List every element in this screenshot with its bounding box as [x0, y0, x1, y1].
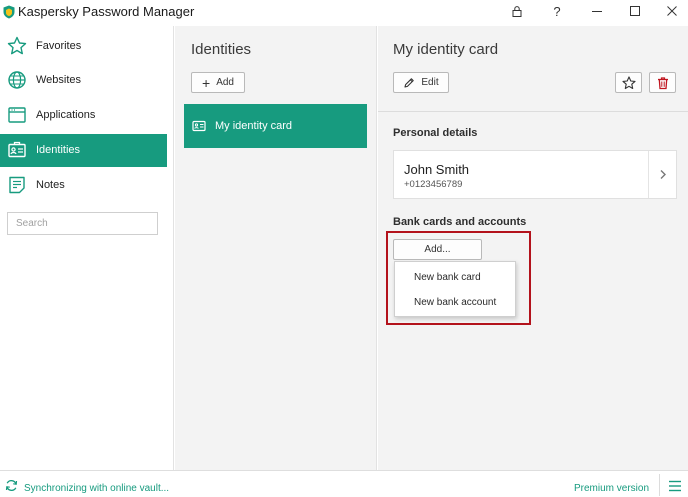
minimize-button[interactable]	[577, 0, 617, 22]
sidebar-item-label: Favorites	[36, 40, 82, 52]
sidebar: Favorites Websites Applications Identiti…	[0, 26, 174, 470]
maximize-button[interactable]	[615, 0, 655, 22]
list-item[interactable]: My identity card	[184, 104, 367, 148]
star-icon	[621, 75, 636, 89]
add-button-label: Add	[216, 77, 234, 88]
status-bar: Synchronizing with online vault... Premi…	[0, 470, 688, 497]
sync-icon	[5, 480, 18, 491]
pencil-icon	[404, 77, 415, 88]
add-bank-item-button[interactable]: Add...	[393, 239, 482, 260]
id-card-small-icon	[192, 119, 206, 133]
menu-item-new-bank-account[interactable]: New bank account	[414, 297, 496, 308]
chevron-right-icon	[660, 170, 666, 179]
person-phone: +0123456789	[404, 179, 463, 190]
personal-details-card[interactable]: John Smith +0123456789	[393, 150, 677, 199]
detail-header: My identity card Edit	[378, 26, 688, 112]
add-identity-button[interactable]: + Add	[191, 72, 245, 93]
identities-list-panel: Identities + Add My identity card	[175, 26, 377, 470]
bank-cards-heading: Bank cards and accounts	[393, 216, 527, 228]
application-window-icon	[7, 105, 27, 125]
sidebar-item-favorites[interactable]: Favorites	[0, 30, 167, 63]
globe-icon	[7, 70, 27, 90]
title-bar: Kaspersky Password Manager ?	[0, 0, 688, 24]
lock-icon	[512, 6, 522, 17]
edit-button-label: Edit	[421, 77, 439, 88]
trash-icon	[657, 76, 668, 89]
sidebar-item-label: Websites	[36, 74, 82, 86]
app-title: Kaspersky Password Manager	[18, 4, 195, 19]
menu-item-new-bank-card[interactable]: New bank card	[414, 272, 481, 283]
plus-icon: +	[202, 74, 211, 91]
sidebar-item-label: Identities	[36, 144, 81, 156]
id-card-icon	[7, 140, 27, 160]
sidebar-item-notes[interactable]: Notes	[0, 169, 167, 202]
status-divider	[659, 474, 660, 496]
search-input[interactable]	[7, 212, 158, 235]
minimize-icon	[592, 11, 602, 12]
star-outline-icon	[7, 36, 27, 56]
person-name: John Smith	[404, 162, 470, 177]
sidebar-item-websites[interactable]: Websites	[0, 64, 167, 97]
identity-detail-panel: My identity card Edit Personal details J…	[378, 26, 688, 470]
add-bank-dropdown-menu: New bank card New bank account	[394, 261, 516, 317]
hamburger-menu-icon[interactable]	[668, 480, 682, 492]
maximize-icon	[630, 6, 640, 16]
sync-status-text: Synchronizing with online vault...	[24, 483, 170, 494]
list-item-label: My identity card	[215, 120, 293, 132]
edit-button[interactable]: Edit	[393, 72, 449, 93]
sidebar-item-applications[interactable]: Applications	[0, 99, 167, 132]
delete-button[interactable]	[649, 72, 676, 93]
notes-icon	[7, 175, 27, 195]
close-icon	[667, 6, 677, 16]
list-panel-title: Identities	[191, 41, 252, 58]
sidebar-item-label: Notes	[36, 179, 65, 191]
premium-version-link[interactable]: Premium version	[574, 483, 649, 494]
add-to-favorites-button[interactable]	[615, 72, 642, 93]
sidebar-item-identities[interactable]: Identities	[0, 134, 167, 167]
personal-details-heading: Personal details	[393, 127, 478, 139]
open-details-button[interactable]	[648, 151, 676, 198]
close-button[interactable]	[652, 0, 688, 22]
lock-button[interactable]	[497, 0, 537, 22]
kaspersky-logo-icon	[3, 5, 15, 19]
sidebar-item-label: Applications	[36, 109, 96, 121]
help-button[interactable]: ?	[537, 0, 577, 22]
detail-title: My identity card	[393, 41, 499, 58]
